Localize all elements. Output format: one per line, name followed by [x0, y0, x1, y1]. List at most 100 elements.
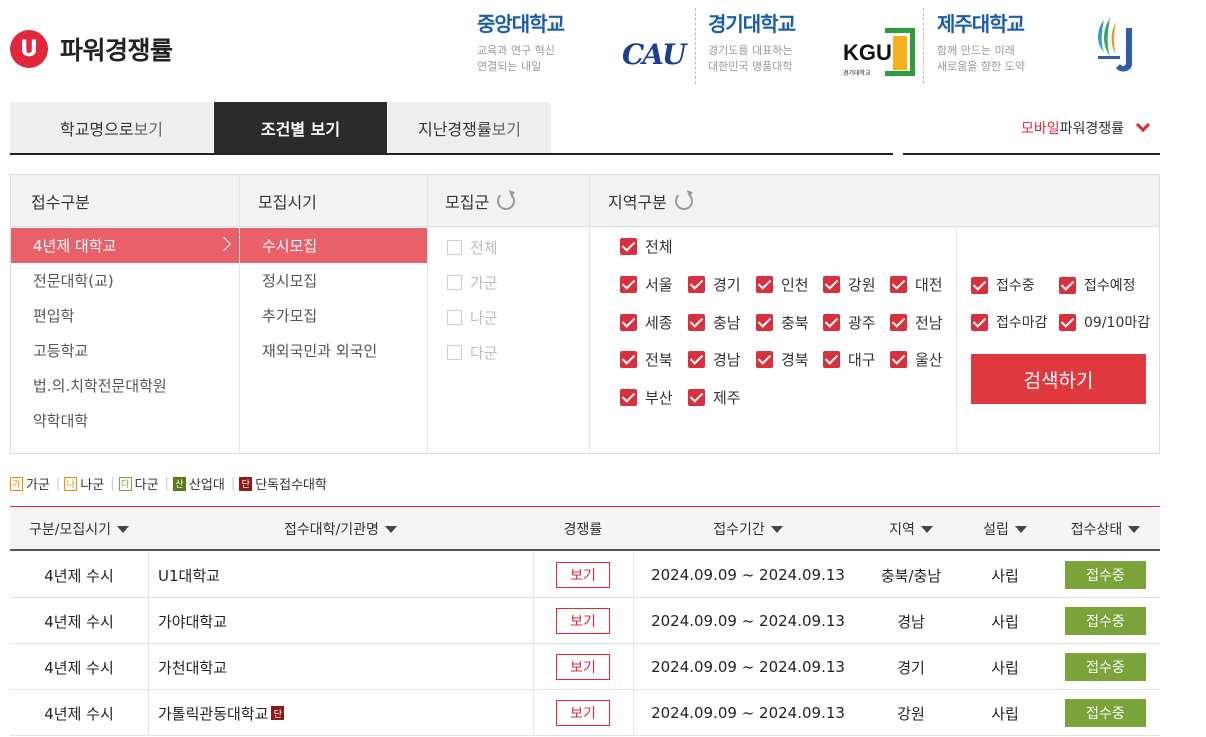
region-checkbox[interactable]: 경기 [688, 274, 741, 295]
region-checkbox[interactable]: 광주 [823, 312, 876, 333]
group-checkbox-na[interactable]: 나군 [447, 307, 498, 328]
solo-admission-badge-icon: 단 [271, 706, 285, 720]
table-row: 4년제 수시 U1대학교 보기 2024.09.09 ~ 2024.09.13 충북/충… [10, 552, 1160, 598]
refresh-icon[interactable] [674, 192, 693, 210]
school-name-link[interactable]: 가톨릭관동대학교 [158, 703, 268, 724]
checked-checkbox-icon [620, 314, 637, 331]
checked-checkbox-icon [890, 351, 907, 368]
ad-title: 경기대학교 [708, 12, 796, 36]
table-header: 구분/모집시기 접수대학/기관명 경쟁률 접수기간 지역 설립 접수상태 [10, 507, 1160, 551]
legend: 가 가군 | 나 나군 | 다 다군 | 산 산업대 | 단 단독접수대학 [10, 474, 331, 493]
ad-subtitle: 함께 만드는 미래 새로움을 향한 도약 [937, 44, 1025, 73]
group-checkbox-da[interactable]: 다군 [447, 342, 498, 363]
checked-checkbox-icon [756, 276, 773, 293]
type-item-highschool[interactable]: 고등학교 [11, 333, 239, 368]
ad-banner-kgu[interactable]: 경기대학교 경기도를 대표하는 대한민국 명품대학 [708, 8, 796, 88]
chevron-right-icon [216, 236, 232, 252]
founding-cell: 사립 [991, 612, 1019, 631]
region-checkbox[interactable]: 세종 [620, 312, 673, 333]
region-checkbox[interactable]: 전북 [620, 349, 673, 370]
ad-divider [695, 8, 696, 84]
checked-checkbox-icon [620, 276, 637, 293]
status-badge[interactable]: 접수중 [1065, 607, 1146, 635]
table-row: 4년제 수시 가야대학교 보기 2024.09.09 ~ 2024.09.13 경남 사립… [10, 598, 1160, 644]
col-header-region[interactable]: 지역 [863, 507, 959, 551]
col-header-rate: 경쟁률 [563, 522, 603, 538]
mobile-power-rate-dropdown[interactable]: 모바일 파워경쟁률 [1021, 102, 1151, 153]
view-rate-button[interactable]: 보기 [556, 700, 610, 726]
tab-by-condition[interactable]: 조건별 보기 [214, 102, 387, 153]
kgu-logo-icon[interactable]: KGU 경기대학교 [843, 28, 915, 78]
col-header-founding[interactable]: 설립 [959, 507, 1051, 551]
col-header-period[interactable]: 접수기간 [633, 507, 863, 551]
period-item-early[interactable]: 수시모집 [240, 228, 427, 263]
region-checkbox[interactable]: 서울 [620, 274, 673, 295]
region-checkbox[interactable]: 부산 [620, 387, 673, 408]
region-checkbox[interactable]: 전남 [890, 312, 943, 333]
status-checkbox-closed[interactable]: 접수마감 [971, 312, 1048, 332]
school-name-link[interactable]: 가야대학교 [158, 611, 227, 632]
tab-past-rates[interactable]: 지난경쟁률 보기 [388, 102, 551, 153]
checked-checkbox-icon [971, 276, 988, 294]
period-item-additional[interactable]: 추가모집 [240, 298, 427, 333]
region-checkbox[interactable]: 경남 [688, 349, 741, 370]
type-item-college[interactable]: 전문대학(교) [11, 263, 239, 298]
status-badge[interactable]: 접수중 [1065, 653, 1146, 681]
legend-item: 나 나군 [64, 474, 104, 493]
col-header-school[interactable]: 접수대학/기관명 [148, 507, 533, 551]
region-checkbox[interactable]: 제주 [688, 387, 741, 408]
type-item-4yr[interactable]: 4년제 대학교 [11, 228, 239, 263]
period-item-overseas[interactable]: 재외국민과 외국인 [240, 333, 427, 368]
col-header-status[interactable]: 접수상태 [1051, 507, 1160, 551]
col-header-type[interactable]: 구분/모집시기 [10, 507, 148, 551]
results-table: 구분/모집시기 접수대학/기관명 경쟁률 접수기간 지역 설립 접수상태 4년제… [10, 506, 1160, 736]
school-name-link[interactable]: 가천대학교 [158, 657, 227, 678]
region-checkbox[interactable]: 충남 [688, 312, 741, 333]
status-checkbox-upcoming[interactable]: 접수예정 [1059, 275, 1136, 295]
tab-by-school-name[interactable]: 학교명으로 보기 [10, 102, 213, 153]
region-checkbox[interactable]: 대전 [890, 274, 943, 295]
view-rate-button[interactable]: 보기 [556, 654, 610, 680]
type-item-professional-grad[interactable]: 법.의.치학전문대학원 [11, 368, 239, 403]
refresh-icon[interactable] [497, 192, 516, 210]
status-checkbox-0910-closed[interactable]: 09/10마감 [1059, 312, 1150, 332]
region-checkbox-all[interactable]: 전체 [620, 236, 673, 257]
type-item-transfer[interactable]: 편입학 [11, 298, 239, 333]
status-checkbox-open[interactable]: 접수중 [971, 275, 1035, 295]
site-logo[interactable]: U 파워경쟁률 [10, 30, 173, 68]
legend-badge-icon: 가 [10, 476, 23, 491]
page-title: 파워경쟁률 [60, 36, 173, 65]
region-checkbox[interactable]: 인천 [756, 274, 809, 295]
view-tabs: 학교명으로 보기 조건별 보기 지난경쟁률 보기 모바일 파워경쟁률 [10, 102, 1160, 157]
legend-separator: | [55, 476, 61, 491]
logo-icon: U [10, 30, 48, 68]
search-button[interactable]: 검색하기 [971, 354, 1146, 404]
ad-banner-jeju[interactable]: 제주대학교 함께 만드는 미래 새로움을 향한 도약 [937, 8, 1025, 88]
period-item-regular[interactable]: 정시모집 [240, 263, 427, 298]
view-rate-button[interactable]: 보기 [556, 608, 610, 634]
group-checkbox-all[interactable]: 전체 [447, 237, 498, 258]
status-badge[interactable]: 접수중 [1065, 561, 1146, 589]
checkbox-icon [447, 275, 462, 290]
checked-checkbox-icon [688, 276, 705, 293]
school-name-link[interactable]: U1대학교 [158, 565, 220, 586]
status-badge[interactable]: 접수중 [1065, 699, 1146, 727]
jeju-logo-icon[interactable] [1090, 16, 1138, 78]
checked-checkbox-icon [823, 276, 840, 293]
cau-logo-icon[interactable]: CAU [622, 38, 686, 71]
checked-checkbox-icon [688, 351, 705, 368]
checked-checkbox-icon [1059, 276, 1076, 294]
sort-down-icon [384, 525, 397, 533]
ad-banner-cau[interactable]: 중앙대학교 교육과 연구 혁신 연결되는 내일 [477, 8, 565, 88]
region-checkbox[interactable]: 충북 [756, 312, 809, 333]
region-checkbox[interactable]: 대구 [823, 349, 876, 370]
region-cell: 경남 [897, 612, 925, 631]
region-checkbox[interactable]: 울산 [890, 349, 943, 370]
group-checkbox-ga[interactable]: 가군 [447, 272, 498, 293]
region-checkbox[interactable]: 강원 [823, 274, 876, 295]
view-rate-button[interactable]: 보기 [556, 562, 610, 588]
sort-down-icon [1014, 525, 1027, 533]
region-checkbox[interactable]: 경북 [756, 349, 809, 370]
checked-checkbox-icon [756, 314, 773, 331]
type-item-pharmacy[interactable]: 약학대학 [11, 403, 239, 438]
